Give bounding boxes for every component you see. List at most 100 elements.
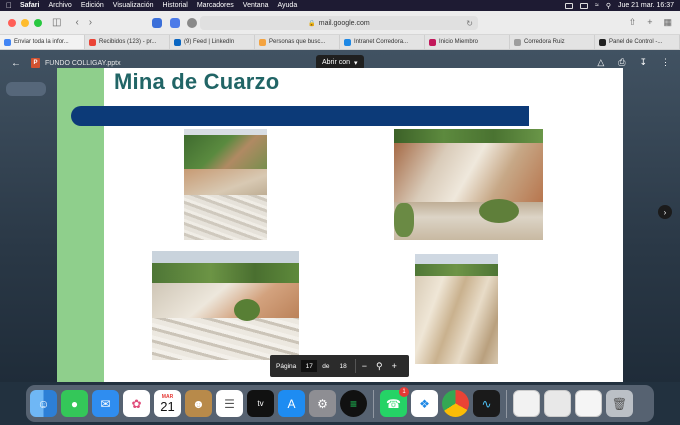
reminders-icon[interactable]: ☰ <box>216 390 243 417</box>
safari-icon[interactable]: ❖ <box>411 390 438 417</box>
contacts-icon[interactable]: ☻ <box>185 390 212 417</box>
menu-safari[interactable]: Safari <box>20 2 39 9</box>
spotify-icon[interactable]: ≡ <box>340 390 367 417</box>
powerpoint-file-icon: P <box>31 58 40 68</box>
page-label: Página <box>276 362 297 370</box>
more-options-icon[interactable]: ⋮ <box>661 57 670 68</box>
whatsapp-icon[interactable]: ☎ 1 <box>380 387 409 417</box>
quarry-photo <box>152 251 299 360</box>
safari-toolbar: ◫ ‹ › 🔒 mail.google.com ↻ ⇧ + ▦ <box>0 11 680 35</box>
tab-favicon-icon <box>344 38 351 46</box>
tab-favicon-icon <box>89 38 96 46</box>
page-total: 18 <box>339 362 347 370</box>
tab[interactable]: (9) Feed | LinkedIn <box>170 35 255 49</box>
open-with-label: Abrir con <box>322 59 351 66</box>
address-bar[interactable]: 🔒 mail.google.com ↻ <box>200 16 478 30</box>
privacy-shield-icon[interactable] <box>187 18 197 28</box>
reload-icon[interactable]: ↻ <box>466 19 473 28</box>
download-icon[interactable]: ↧ <box>639 57 647 68</box>
tab[interactable]: Enviar toda la infor... <box>0 35 85 49</box>
tab-label: (9) Feed | LinkedIn <box>184 39 235 45</box>
share-icon[interactable]: ⇧ <box>629 17 637 28</box>
tab-overview-icon[interactable]: ▦ <box>663 17 672 28</box>
status-icon[interactable] <box>564 2 573 9</box>
zoom-out-icon[interactable]: − <box>362 361 367 371</box>
tab[interactable]: Inicio Miembro <box>425 35 510 49</box>
window-controls <box>8 18 42 27</box>
tab-favicon-icon <box>174 38 181 46</box>
print-icon[interactable]: ⎙ <box>618 57 625 68</box>
tab[interactable]: Personas que busc... <box>255 35 340 49</box>
page-of-label: de <box>322 362 330 370</box>
tab-bar: Enviar toda la infor... Recibidos (123) … <box>0 35 680 50</box>
menu-archivo[interactable]: Archivo <box>48 2 71 9</box>
tab-label: Panel de Control -... <box>609 39 663 45</box>
back-icon[interactable]: ‹ <box>75 17 78 28</box>
menu-historial[interactable]: Historial <box>163 2 188 9</box>
system-settings-icon[interactable]: ⚙ <box>309 390 336 417</box>
file-name: FUNDO COLLIGAY.pptx <box>45 59 121 67</box>
voice-memos-icon[interactable]: ∿ <box>473 390 500 417</box>
finder-icon[interactable]: ☺ <box>30 390 57 417</box>
slide-title: Mina de Cuarzo <box>114 69 280 94</box>
close-window-button[interactable] <box>8 18 16 27</box>
tab-favicon-icon <box>259 38 266 46</box>
recent-document-thumbnail[interactable] <box>513 390 540 417</box>
dock-divider <box>506 389 507 418</box>
zoom-window-button[interactable] <box>34 18 42 27</box>
battery-icon[interactable] <box>579 2 588 9</box>
caret-down-icon: ▾ <box>354 59 358 67</box>
menu-ayuda[interactable]: Ayuda <box>277 2 297 9</box>
back-arrow-icon[interactable]: ← <box>11 58 21 69</box>
extension-icon[interactable] <box>170 18 180 28</box>
new-tab-icon[interactable]: + <box>647 17 652 28</box>
recent-window-thumbnail[interactable] <box>544 390 571 417</box>
slide: Mina de Cuarzo <box>57 68 623 382</box>
notification-badge: 1 <box>399 387 409 397</box>
dock: ☺ ● ✉ ✿ MAR 21 ☻ ☰ tv A ⚙ ≡ ☎ 1 ❖ ∿ 🗑 <box>26 385 654 422</box>
app-store-icon[interactable]: A <box>278 390 305 417</box>
calendar-icon[interactable]: MAR 21 <box>154 390 181 417</box>
tab-favicon-icon <box>4 38 11 46</box>
forward-icon[interactable]: › <box>89 17 92 28</box>
tab-favicon-icon <box>429 38 436 46</box>
wifi-icon[interactable]: ≈ <box>595 2 599 9</box>
mail-icon[interactable]: ✉ <box>92 390 119 417</box>
clock[interactable]: Jue 21 mar. 16:37 <box>618 2 674 9</box>
menu-visualizacion[interactable]: Visualización <box>113 2 154 9</box>
apple-tv-icon[interactable]: tv <box>247 390 274 417</box>
tab[interactable]: Intranet Corredora... <box>340 35 425 49</box>
apple-menu-icon[interactable]:  <box>6 1 12 10</box>
chrome-icon[interactable] <box>442 390 469 417</box>
menu-ventana[interactable]: Ventana <box>243 2 269 9</box>
page-number-input[interactable]: 17 <box>301 360 318 372</box>
tab-label: Recibidos (123) - pr... <box>99 39 157 45</box>
tab-label: Intranet Corredora... <box>354 39 409 45</box>
search-icon[interactable]: ⚲ <box>606 2 611 10</box>
compose-button <box>6 82 46 96</box>
tab[interactable]: Panel de Control -... <box>595 35 680 49</box>
sidebar-icon[interactable]: ◫ <box>52 17 61 28</box>
menu-edicion[interactable]: Edición <box>81 2 104 9</box>
divider <box>354 359 356 373</box>
messages-icon[interactable]: ● <box>61 390 88 417</box>
extension-icon[interactable] <box>152 18 162 28</box>
trash-icon[interactable]: 🗑 <box>606 390 633 417</box>
zoom-icon[interactable]: ⚲ <box>376 361 383 372</box>
quarry-photo <box>394 129 543 240</box>
menu-marcadores[interactable]: Marcadores <box>197 2 234 9</box>
recent-window-thumbnail[interactable] <box>575 390 602 417</box>
quarry-photo <box>415 254 498 364</box>
url-text: mail.google.com <box>318 19 370 27</box>
tab[interactable]: Corredora Ruiz <box>510 35 595 49</box>
tab-label: Corredora Ruiz <box>524 39 565 45</box>
photos-icon[interactable]: ✿ <box>123 390 150 417</box>
minimize-window-button[interactable] <box>21 18 29 27</box>
tab-label: Enviar toda la infor... <box>14 39 69 45</box>
next-attachment-icon[interactable]: › <box>658 205 672 219</box>
zoom-in-icon[interactable]: + <box>392 361 397 371</box>
tab-favicon-icon <box>599 38 606 46</box>
tab[interactable]: Recibidos (123) - pr... <box>85 35 170 49</box>
dock-divider <box>373 389 374 418</box>
add-to-drive-icon[interactable]: △ <box>597 57 604 68</box>
